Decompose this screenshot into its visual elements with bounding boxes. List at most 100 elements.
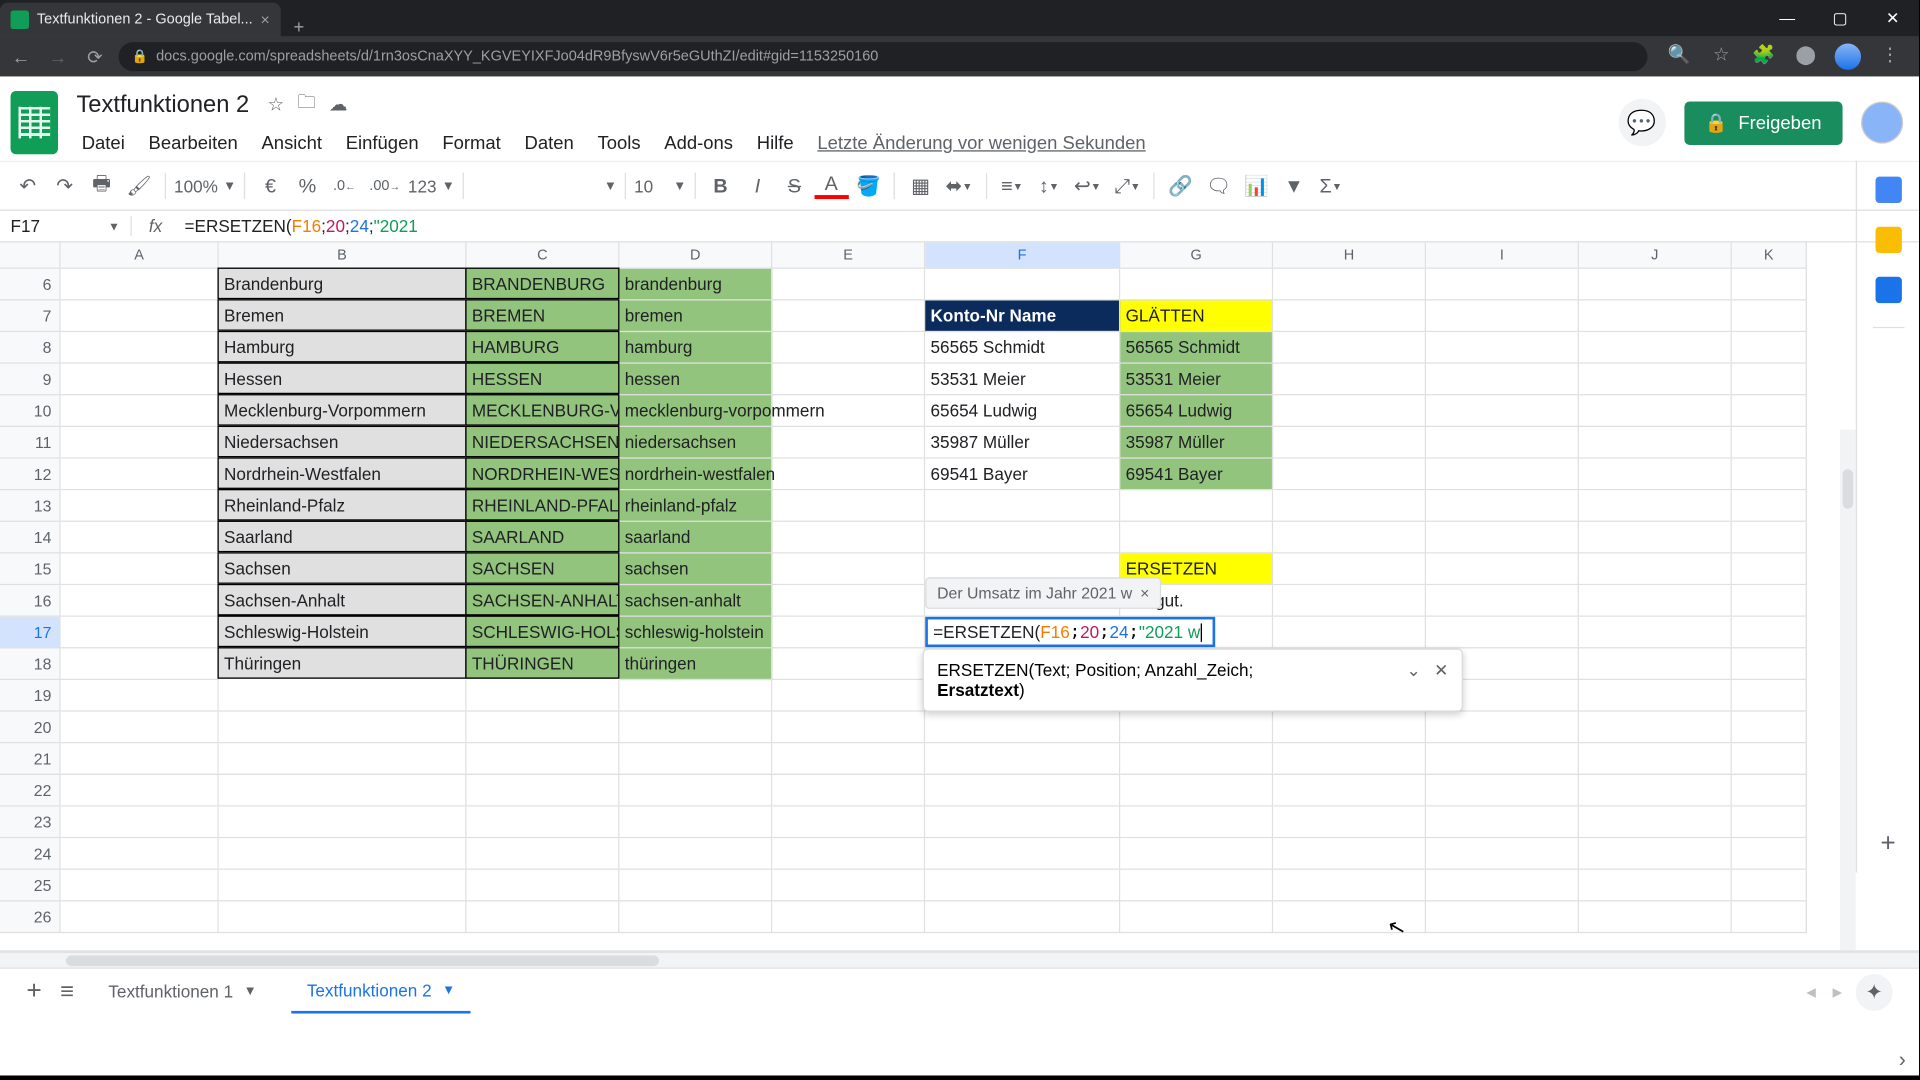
percent-icon[interactable]: % [290, 169, 324, 203]
cell-H13[interactable] [1273, 490, 1426, 522]
cell-H17[interactable] [1273, 617, 1426, 649]
cell-I8[interactable] [1426, 332, 1579, 364]
cell-B16[interactable]: Sachsen-Anhalt [217, 584, 466, 616]
cell-I24[interactable] [1426, 838, 1579, 870]
functions-icon[interactable]: Σ▼ [1314, 169, 1348, 203]
cell-A8[interactable] [61, 332, 219, 364]
row-header-6[interactable]: 6 [0, 269, 61, 301]
cell-C7[interactable]: BREMEN [465, 299, 619, 331]
back-icon[interactable]: ← [8, 46, 34, 67]
row-header-11[interactable]: 11 [0, 427, 61, 459]
column-header-E[interactable]: E [772, 243, 925, 269]
cell-F23[interactable] [925, 807, 1120, 839]
cell-F11[interactable]: 35987 Müller [925, 427, 1120, 459]
name-box[interactable]: F17▼ [0, 216, 132, 236]
cell-H14[interactable] [1273, 522, 1426, 554]
cell-B21[interactable] [219, 743, 467, 775]
cell-J6[interactable] [1579, 269, 1732, 301]
cell-I20[interactable] [1426, 712, 1579, 744]
cell-J20[interactable] [1579, 712, 1732, 744]
document-title[interactable]: Textfunktionen 2 [71, 88, 254, 121]
cell-C20[interactable] [467, 712, 620, 744]
cell-K19[interactable] [1732, 680, 1807, 712]
undo-icon[interactable]: ↶ [11, 169, 45, 203]
font-size-select[interactable]: 10 ▼ [634, 176, 686, 196]
cell-B13[interactable]: Rheinland-Pfalz [217, 489, 466, 521]
extension-pin-icon[interactable]: ⬤ [1792, 43, 1818, 69]
cell-B7[interactable]: Bremen [217, 299, 466, 331]
cell-K14[interactable] [1732, 522, 1807, 554]
text-color-icon[interactable]: A [814, 173, 848, 199]
cell-A13[interactable] [61, 490, 219, 522]
cell-A7[interactable] [61, 301, 219, 333]
cell-H25[interactable] [1273, 870, 1426, 902]
close-tab-icon[interactable]: × [261, 11, 270, 29]
cell-D12[interactable]: nordrhein-westfalen [619, 459, 772, 491]
cell-J25[interactable] [1579, 870, 1732, 902]
menu-daten[interactable]: Daten [514, 126, 584, 158]
row-header-12[interactable]: 12 [0, 459, 61, 491]
cell-D7[interactable]: bremen [619, 301, 772, 333]
formula-input[interactable]: =ERSETZEN(F16;20;24;"2021 [179, 215, 1919, 236]
cell-C19[interactable] [467, 680, 620, 712]
maximize-icon[interactable]: ▢ [1814, 0, 1867, 37]
borders-icon[interactable]: ▦ [903, 169, 937, 203]
cell-F21[interactable] [925, 743, 1120, 775]
cell-J13[interactable] [1579, 490, 1732, 522]
bold-icon[interactable]: B [703, 169, 737, 203]
cell-E21[interactable] [772, 743, 925, 775]
cell-A12[interactable] [61, 459, 219, 491]
explore-button[interactable]: ✦ [1856, 973, 1893, 1010]
sheets-logo-icon[interactable] [11, 91, 58, 154]
cell-G6[interactable] [1120, 269, 1273, 301]
cell-B24[interactable] [219, 838, 467, 870]
strikethrough-icon[interactable]: S [777, 169, 811, 203]
cell-C22[interactable] [467, 775, 620, 807]
cell-D13[interactable]: rheinland-pfalz [619, 490, 772, 522]
cell-E24[interactable] [772, 838, 925, 870]
cell-H7[interactable] [1273, 301, 1426, 333]
filter-icon[interactable]: ▼ [1277, 169, 1311, 203]
cell-K23[interactable] [1732, 807, 1807, 839]
chart-icon[interactable]: 📊 [1239, 169, 1274, 203]
close-window-icon[interactable]: ✕ [1866, 0, 1919, 37]
cell-D16[interactable]: sachsen-anhalt [619, 585, 772, 617]
share-button[interactable]: 🔒 Freigeben [1684, 101, 1843, 144]
row-header-13[interactable]: 13 [0, 490, 61, 522]
cell-K15[interactable] [1732, 554, 1807, 586]
number-format-select[interactable]: 123▼ [408, 176, 455, 196]
cell-E14[interactable] [772, 522, 925, 554]
redo-icon[interactable]: ↷ [47, 169, 81, 203]
cell-K25[interactable] [1732, 870, 1807, 902]
cell-H15[interactable] [1273, 554, 1426, 586]
cell-H22[interactable] [1273, 775, 1426, 807]
cell-A25[interactable] [61, 870, 219, 902]
horizontal-scrollbar[interactable] [0, 952, 1919, 968]
cell-A10[interactable] [61, 395, 219, 427]
cell-F13[interactable] [925, 490, 1120, 522]
cell-J18[interactable] [1579, 648, 1732, 680]
cell-I9[interactable] [1426, 364, 1579, 396]
cell-F22[interactable] [925, 775, 1120, 807]
cell-B11[interactable]: Niedersachsen [217, 426, 466, 458]
cell-B6[interactable]: Brandenburg [217, 268, 466, 300]
cell-C14[interactable]: SAARLAND [465, 521, 619, 553]
cell-C9[interactable]: HESSEN [465, 362, 619, 394]
cell-D19[interactable] [619, 680, 772, 712]
menu-ansicht[interactable]: Ansicht [251, 126, 333, 158]
cell-E9[interactable] [772, 364, 925, 396]
column-header-J[interactable]: J [1579, 243, 1732, 269]
side-panel-toggle-icon[interactable]: › [1899, 1049, 1906, 1073]
cell-editor[interactable]: =ERSETZEN(F16;20;24;"2021 w [925, 617, 1215, 647]
cell-J15[interactable] [1579, 554, 1732, 586]
profile-avatar[interactable] [1835, 43, 1861, 69]
cell-A23[interactable] [61, 807, 219, 839]
cell-A18[interactable] [61, 648, 219, 680]
cell-C8[interactable]: HAMBURG [465, 331, 619, 363]
close-hint-icon[interactable]: ✕ [1434, 660, 1448, 681]
row-header-10[interactable]: 10 [0, 395, 61, 427]
cell-A24[interactable] [61, 838, 219, 870]
row-header-15[interactable]: 15 [0, 554, 61, 586]
cell-D6[interactable]: brandenburg [619, 269, 772, 301]
cell-H6[interactable] [1273, 269, 1426, 301]
